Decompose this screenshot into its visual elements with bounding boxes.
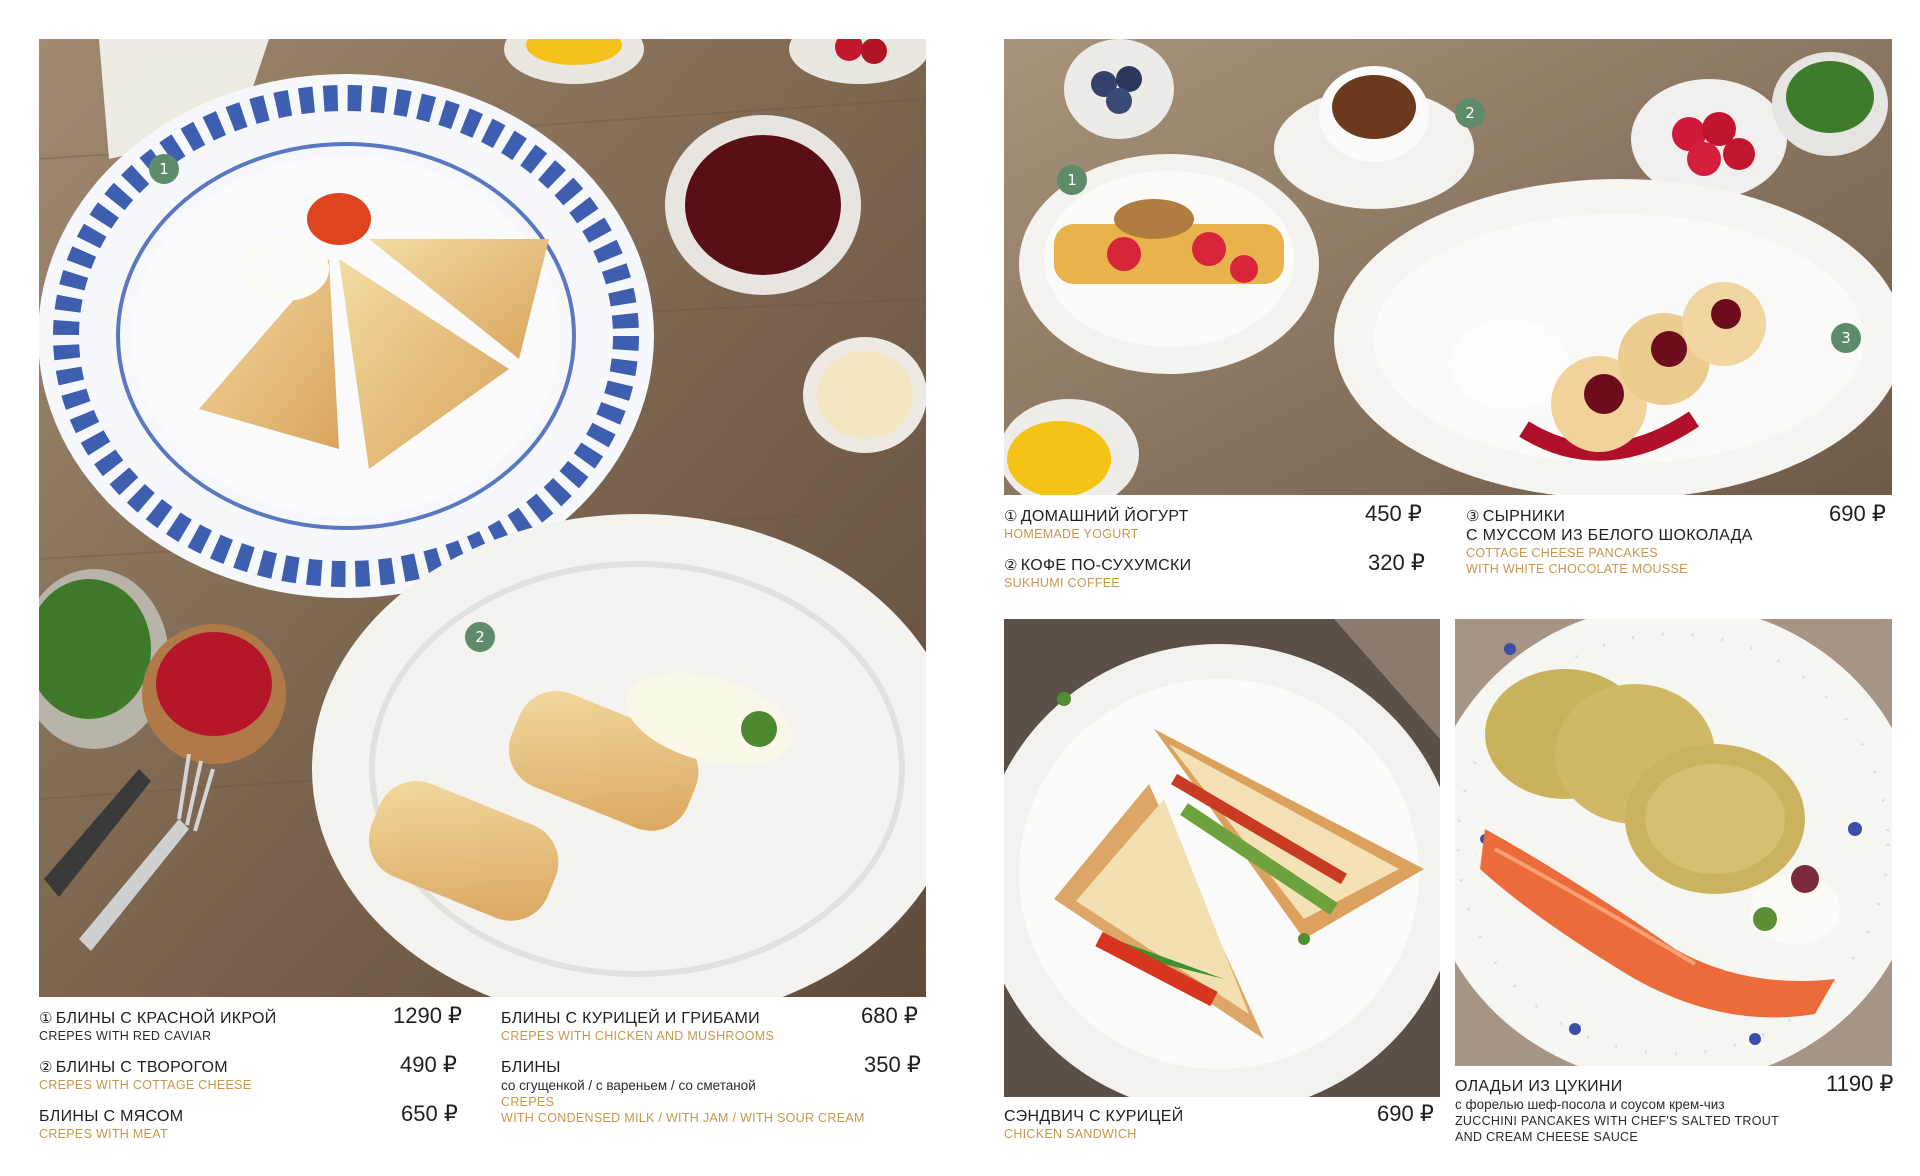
item-name-ru: ③ Сырники — [1466, 507, 1753, 526]
price-syrniki: 690 ₽ — [1829, 501, 1886, 526]
price-crepes-red-caviar: 1290 ₽ — [393, 1003, 463, 1028]
menu-item-crepes-chicken-mushrooms: Блины с курицей и грибами Crepes with ch… — [501, 1009, 774, 1044]
item-name-ru: ① Домашний йогурт — [1004, 507, 1189, 526]
menu-item-syrniki: ③ Сырники с муссом из белого шоколада Cot… — [1466, 507, 1753, 577]
item-name-ru: ② Кофе по-сухумски — [1004, 556, 1191, 575]
item-marker: ② — [1004, 556, 1018, 574]
menu-item-crepes-cottage-cheese: ② Блины с творогом Crepes with cottage ch… — [39, 1058, 251, 1093]
item-name-en: Sukhumi coffee — [1004, 576, 1121, 590]
price-chicken-sandwich: 690 ₽ — [1377, 1101, 1434, 1126]
item-name-ru: Блины — [501, 1059, 561, 1076]
item-marker: ① — [1004, 507, 1018, 525]
crepes-illustration — [39, 39, 926, 997]
item-name-en: Zucchini pancakes with chef's salted tro… — [1455, 1114, 1780, 1128]
item-name-ru-text: Кофе по-сухумски — [1020, 557, 1192, 574]
price-crepes-plain: 350 ₽ — [864, 1052, 921, 1077]
item-name-ru: ② Блины с творогом — [39, 1058, 251, 1077]
badge-crepes-1: 1 — [149, 154, 179, 184]
menu-item-sukhumi-coffee: ② Кофе по-сухумски Sukhumi coffee — [1004, 556, 1191, 591]
badge-crepes-2: 2 — [465, 622, 495, 652]
item-name-en: Cottage cheese pancakes — [1466, 546, 1658, 560]
item-name-en: Crepes with red caviar — [39, 1029, 212, 1043]
item-name-ru-text: Блины с творогом — [55, 1059, 228, 1076]
item-name-ru: Блины с курицей и грибами — [501, 1010, 760, 1027]
item-name-en: Crepes with meat — [39, 1127, 168, 1141]
item-marker: ② — [39, 1058, 53, 1076]
item-name-en: Crepes with chicken and mushrooms — [501, 1029, 775, 1043]
item-name-ru-text: Сырники — [1482, 508, 1566, 525]
item-name-ru: ① Блины с красной икрой — [39, 1009, 277, 1028]
price-crepes-meat: 650 ₽ — [401, 1101, 458, 1126]
item-subtitle-ru: со сгущенкой / с вареньем / со сметаной — [501, 1078, 756, 1093]
badge-syrniki-3: 3 — [1831, 323, 1861, 353]
menu-item-homemade-yogurt: ① Домашний йогурт Homemade yogurt — [1004, 507, 1189, 542]
crepes-photo: 1 2 — [39, 39, 926, 997]
price-zucchini-pancakes: 1190 ₽ — [1826, 1071, 1894, 1096]
item-name-en: Homemade yogurt — [1004, 527, 1139, 541]
item-name-en-2: with condensed milk / with jam / with so… — [501, 1111, 865, 1125]
item-marker: ③ — [1466, 507, 1480, 525]
price-homemade-yogurt: 450 ₽ — [1365, 501, 1422, 526]
yogurt-syrniki-illustration — [1004, 39, 1892, 495]
zucchini-photo — [1455, 619, 1892, 1066]
yogurt-syrniki-photo: 1 2 3 — [1004, 39, 1892, 495]
item-name-ru-text: Блины с красной икрой — [55, 1010, 277, 1027]
item-name-ru: Блины с мясом — [39, 1108, 184, 1125]
menu-item-zucchini-pancakes: Оладьи из цукини с форелью шеф-посола и … — [1455, 1077, 1779, 1145]
item-name-en-2: with white chocolate mousse — [1466, 562, 1688, 576]
price-crepes-chicken-mushrooms: 680 ₽ — [861, 1003, 918, 1028]
item-name-en: Crepes — [501, 1095, 555, 1109]
zucchini-illustration — [1455, 619, 1892, 1066]
item-name-en: Crepes with cottage cheese — [39, 1078, 252, 1092]
badge-coffee-2: 2 — [1455, 98, 1485, 128]
menu-item-crepes-meat: Блины с мясом Crepes with meat — [39, 1107, 183, 1142]
price-sukhumi-coffee: 320 ₽ — [1368, 550, 1425, 575]
item-name-en: Chicken sandwich — [1004, 1127, 1137, 1141]
item-marker: ① — [39, 1009, 53, 1027]
menu-item-crepes-red-caviar: ① Блины с красной икрой Crepes with red c… — [39, 1009, 277, 1044]
badge-yogurt-1: 1 — [1057, 165, 1087, 195]
sandwich-illustration — [1004, 619, 1440, 1097]
item-name-ru: Оладьи из цукини — [1455, 1078, 1623, 1095]
price-crepes-cottage-cheese: 490 ₽ — [400, 1052, 457, 1077]
item-name-en-2: and cream cheese sauce — [1455, 1130, 1639, 1144]
item-subtitle-ru: с форелью шеф-посола и соусом крем-чиз — [1455, 1097, 1725, 1112]
menu-item-crepes-plain: Блины со сгущенкой / с вареньем / со сме… — [501, 1058, 865, 1126]
item-name-ru: Сэндвич с курицей — [1004, 1108, 1184, 1125]
menu-item-chicken-sandwich: Сэндвич с курицей Chicken sandwich — [1004, 1107, 1184, 1142]
sandwich-photo — [1004, 619, 1440, 1097]
item-name-ru-2: с муссом из белого шоколада — [1466, 527, 1753, 544]
item-name-ru-text: Домашний йогурт — [1020, 508, 1189, 525]
